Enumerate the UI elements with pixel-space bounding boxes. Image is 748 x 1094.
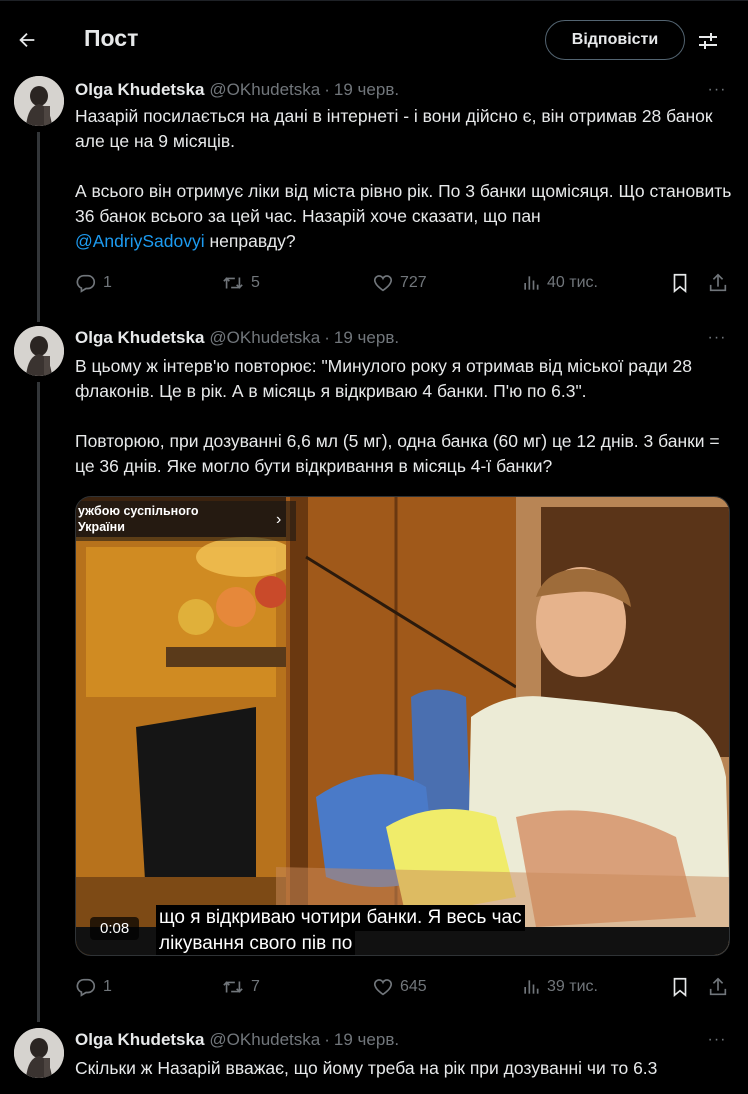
like-count: 727 [400, 274, 427, 291]
tweet-1[interactable]: Olga Khudetska @OKhudetska · 19 черв. ··… [0, 76, 748, 322]
comment-icon [76, 978, 96, 997]
author-handle[interactable]: @OKhudetska [209, 328, 320, 348]
tweet-actions: 1 7 645 39 тис. [75, 974, 735, 1000]
channel-label-line: ужбою суспільного [78, 504, 199, 518]
heart-icon [373, 979, 393, 996]
video-time: 0:08 [90, 917, 140, 940]
repost-count: 7 [251, 978, 260, 995]
arrow-left-icon [19, 32, 35, 48]
tweet-header: Olga Khudetska @OKhudetska · 19 черв. [75, 78, 399, 102]
channel-label-line: України [78, 520, 125, 534]
reply-action[interactable]: 1 [75, 270, 112, 296]
comment-icon [76, 274, 96, 293]
separator: · [324, 328, 330, 347]
tweet-date[interactable]: 19 черв. [334, 80, 399, 100]
more-options-button[interactable]: ··· [704, 1030, 730, 1050]
subtitle-line: лікування свого пів по [156, 931, 356, 955]
separator: · [324, 1030, 330, 1049]
repost-action[interactable]: 5 [221, 270, 260, 296]
views-count: 40 тис. [547, 274, 598, 291]
like-action[interactable]: 727 [372, 270, 427, 296]
video-player[interactable]: ужбою суспільного України › що я відкрив… [75, 496, 730, 956]
share-action[interactable] [707, 270, 729, 296]
bar-chart-icon [524, 276, 539, 290]
tweet-text: В цьому ж інтерв'ю повторює: "Минулого р… [75, 354, 735, 479]
repost-icon [223, 981, 243, 993]
tweet-text: Назарій посилається на дані в інтернеті … [75, 104, 735, 254]
subtitle-line: що я відкриваю чотири банки. Я весь час [156, 905, 525, 931]
author-handle[interactable]: @OKhudetska [209, 80, 320, 100]
views-count: 39 тис. [547, 978, 598, 995]
author-name[interactable]: Olga Khudetska [75, 1030, 204, 1050]
thread-line [37, 132, 40, 322]
share-action[interactable] [707, 974, 729, 1000]
tweet-paragraph: Скільки ж Назарій вважає, що йому треба … [75, 1058, 658, 1078]
share-icon [709, 977, 727, 996]
author-name[interactable]: Olga Khudetska [75, 328, 204, 348]
video-frame [76, 497, 729, 955]
tweet-paragraph: А всього він отримує ліки від міста рівн… [75, 179, 735, 254]
sliders-icon [699, 33, 717, 49]
reply-count: 1 [103, 978, 112, 995]
author-name[interactable]: Olga Khudetska [75, 80, 204, 100]
author-handle[interactable]: @OKhudetska [209, 1030, 320, 1050]
tweet-paragraph: В цьому ж інтерв'ю повторює: "Минулого р… [75, 356, 692, 401]
separator: · [324, 80, 330, 99]
video-subtitles: що я відкриваю чотири банки. Я весь час … [156, 905, 525, 955]
like-count: 645 [400, 978, 427, 995]
tweet-date[interactable]: 19 черв. [334, 1030, 399, 1050]
tweet-text: Скільки ж Назарій вважає, що йому треба … [75, 1056, 735, 1081]
views-action[interactable]: 40 тис. [521, 270, 598, 296]
heart-icon [373, 275, 393, 292]
chevron-right-icon[interactable]: › [276, 511, 281, 529]
bookmark-action[interactable] [669, 974, 691, 1000]
avatar[interactable] [14, 76, 64, 126]
share-icon [709, 273, 727, 292]
tweet-paragraph-text: А всього він отримує ліки від міста рівн… [75, 181, 732, 226]
tweet-paragraph: Назарій посилається на дані в інтернеті … [75, 106, 713, 151]
more-options-button[interactable]: ··· [704, 328, 730, 348]
bookmark-action[interactable] [669, 270, 691, 296]
repost-count: 5 [251, 274, 260, 291]
bookmark-icon [673, 273, 687, 294]
avatar[interactable] [14, 326, 64, 376]
more-options-button[interactable]: ··· [704, 80, 730, 100]
repost-icon [223, 277, 243, 289]
top-bar: Пост Відповісти [0, 0, 748, 76]
tweet-paragraph-tail: неправду? [204, 231, 296, 251]
avatar[interactable] [14, 1028, 64, 1078]
tweet-date[interactable]: 19 черв. [334, 328, 399, 348]
reply-action[interactable]: 1 [75, 974, 112, 1000]
repost-action[interactable]: 7 [221, 974, 260, 1000]
reply-button[interactable]: Відповісти [545, 20, 685, 60]
back-button[interactable] [10, 23, 44, 57]
tweet-3[interactable]: Olga Khudetska @OKhudetska · 19 черв. ··… [0, 1028, 748, 1094]
tweet-header: Olga Khudetska @OKhudetska · 19 черв. [75, 326, 399, 350]
tweet-actions: 1 5 727 40 тис. [75, 270, 735, 296]
tweet-paragraph: Повторюю, при дозуванні 6,6 мл (5 мг), о… [75, 431, 720, 476]
bar-chart-icon [524, 980, 539, 994]
bookmark-icon [673, 977, 687, 998]
tweet-2[interactable]: Olga Khudetska @OKhudetska · 19 черв. ··… [0, 326, 748, 1022]
like-action[interactable]: 645 [372, 974, 427, 1000]
views-action[interactable]: 39 тис. [521, 974, 598, 1000]
reply-count: 1 [103, 274, 112, 291]
page-title: Пост [84, 25, 139, 51]
settings-button[interactable] [692, 25, 724, 57]
channel-label[interactable]: ужбою суспільного України [76, 501, 296, 541]
tweet-header: Olga Khudetska @OKhudetska · 19 черв. [75, 1028, 399, 1052]
mention-link[interactable]: @AndriySadovyi [75, 231, 205, 251]
thread-line [37, 382, 40, 1022]
